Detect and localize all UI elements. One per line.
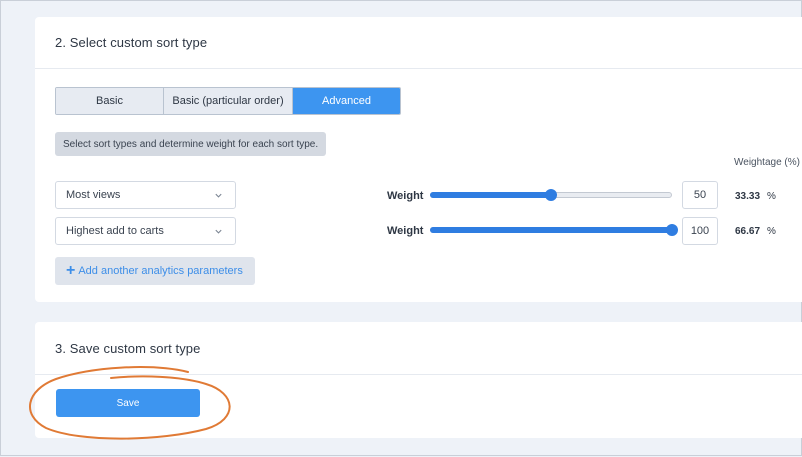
page-frame: 2. Select custom sort type Basic Basic (… [0, 0, 802, 456]
chevron-down-icon [215, 193, 222, 198]
parameter-select-highest-add-to-carts[interactable]: Highest add to carts [55, 217, 236, 245]
weight-label: Weight [387, 190, 424, 202]
divider [35, 68, 802, 69]
slider-fill [430, 192, 551, 198]
weightage-percent: 33.33 [735, 191, 761, 202]
tab-advanced[interactable]: Advanced [293, 88, 400, 114]
slider-thumb[interactable] [666, 224, 678, 236]
slider-thumb[interactable] [545, 189, 557, 201]
divider [35, 374, 802, 375]
sort-type-tabs: Basic Basic (particular order) Advanced [55, 87, 401, 115]
weight-label: Weight [387, 225, 424, 237]
section-save-sort-type: 3. Save custom sort type Save [35, 322, 802, 438]
save-button[interactable]: Save [56, 389, 200, 417]
hint-text: Select sort types and determine weight f… [55, 132, 327, 156]
weight-input-highest-add-to-carts[interactable]: 100 [682, 217, 718, 245]
weightage-percent: 66.67 [735, 226, 761, 237]
weight-slider-most-views[interactable] [430, 189, 672, 201]
weightage-header: Weightage (%) [734, 157, 800, 168]
section-title: 3. Save custom sort type [55, 341, 201, 356]
chevron-down-icon [215, 229, 222, 234]
tab-basic-particular-order[interactable]: Basic (particular order) [164, 88, 293, 114]
section-title: 2. Select custom sort type [55, 35, 208, 50]
percent-symbol: % [767, 226, 776, 237]
percent-symbol: % [767, 191, 776, 202]
plus-icon: + [66, 262, 76, 279]
select-value: Most views [66, 189, 121, 201]
slider-fill [430, 227, 672, 233]
section-select-sort-type: 2. Select custom sort type Basic Basic (… [35, 17, 802, 302]
select-value: Highest add to carts [66, 225, 164, 237]
tab-basic[interactable]: Basic [56, 88, 164, 114]
weight-input-most-views[interactable]: 50 [682, 181, 718, 209]
parameter-select-most-views[interactable]: Most views [55, 181, 236, 209]
weight-slider-highest-add-to-carts[interactable] [430, 224, 678, 236]
add-analytics-parameter-button[interactable]: + Add another analytics parameters [55, 257, 255, 285]
add-button-label: Add another analytics parameters [78, 265, 243, 277]
